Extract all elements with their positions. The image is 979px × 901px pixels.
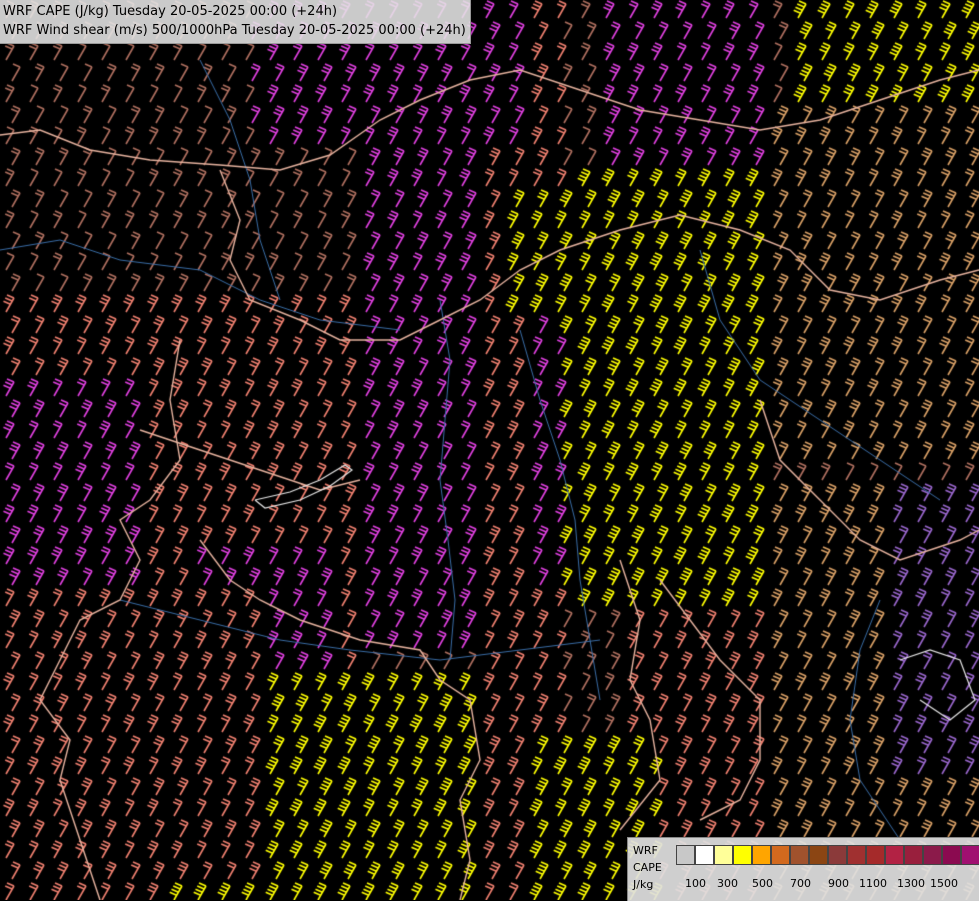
legend-swatch — [771, 845, 790, 865]
legend-swatch — [961, 845, 979, 865]
legend-color-scale — [676, 845, 979, 867]
legend-unit-label: J/kg — [633, 878, 654, 891]
map-title-box: WRF CAPE (J/kg) Tuesday 20-05-2025 00:00… — [0, 0, 471, 44]
wind-shear-title: WRF Wind shear (m/s) 500/1000hPa Tuesday… — [3, 23, 466, 38]
legend-tick-label: 1300 — [897, 877, 925, 890]
legend-swatch — [714, 845, 733, 865]
legend-swatch — [904, 845, 923, 865]
legend-swatch — [752, 845, 771, 865]
wind-shear-map[interactable] — [0, 0, 979, 900]
legend-tick-label: 900 — [828, 877, 849, 890]
legend-swatch — [828, 845, 847, 865]
cape-legend: WRF CAPE J/kg 100 300 500 700 900 1100 1300 150… — [627, 837, 979, 901]
legend-swatch — [790, 845, 809, 865]
legend-tick-label: 300 — [717, 877, 738, 890]
legend-swatch — [942, 845, 961, 865]
legend-swatch — [923, 845, 942, 865]
legend-swatch — [847, 845, 866, 865]
legend-tick-label: 700 — [790, 877, 811, 890]
legend-tick-label: 1100 — [859, 877, 887, 890]
legend-swatch — [733, 845, 752, 865]
legend-tick-label: 1500 — [930, 877, 958, 890]
legend-model-label: WRF — [633, 844, 658, 857]
legend-tick-label: 500 — [752, 877, 773, 890]
legend-swatch — [866, 845, 885, 865]
legend-field-label: CAPE — [633, 861, 662, 874]
legend-swatch — [695, 845, 714, 865]
cape-title: WRF CAPE (J/kg) Tuesday 20-05-2025 00:00… — [3, 4, 338, 19]
legend-swatch — [676, 845, 695, 865]
legend-swatch — [809, 845, 828, 865]
legend-tick-label: 100 — [685, 877, 706, 890]
legend-swatch — [885, 845, 904, 865]
